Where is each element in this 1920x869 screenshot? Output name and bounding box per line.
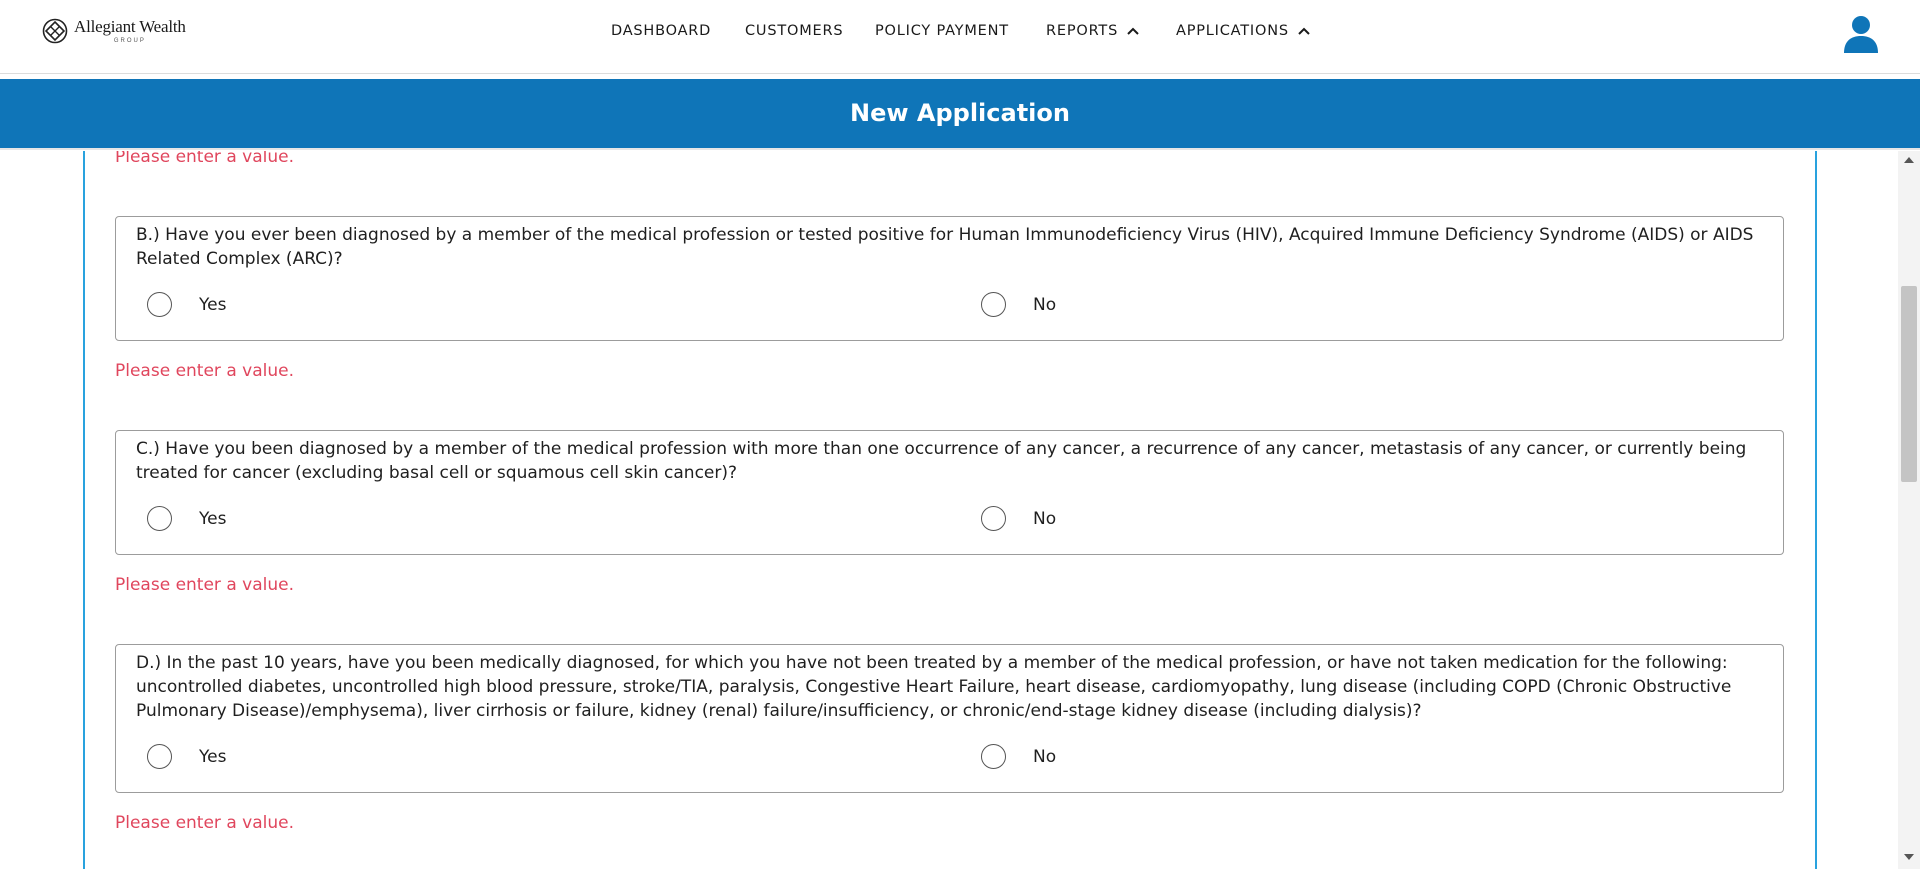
question-b-yes-option[interactable]: Yes bbox=[147, 292, 226, 317]
page-title: New Application bbox=[850, 99, 1070, 127]
validation-message: Please enter a value. bbox=[115, 361, 294, 381]
chevron-up-icon bbox=[1127, 27, 1139, 35]
radio-button[interactable] bbox=[147, 292, 172, 317]
nav-reports-label: REPORTS bbox=[1046, 23, 1119, 39]
nav-customers-label: CUSTOMERS bbox=[745, 23, 844, 39]
question-c-yes-option[interactable]: Yes bbox=[147, 506, 226, 531]
nav-customers[interactable]: CUSTOMERS bbox=[745, 23, 843, 39]
question-d-no-option[interactable]: No bbox=[981, 744, 1056, 769]
option-label-no: No bbox=[1033, 508, 1057, 529]
question-d-yes-option[interactable]: Yes bbox=[147, 744, 226, 769]
scrollbar-thumb[interactable] bbox=[1901, 286, 1917, 482]
nav-dashboard-label: DASHBOARD bbox=[611, 23, 712, 39]
nav-reports[interactable]: REPORTS bbox=[1046, 23, 1140, 39]
main-nav: DASHBOARD CUSTOMERS POLICY PAYMENT REPOR… bbox=[0, 23, 1920, 43]
vertical-scrollbar[interactable] bbox=[1898, 151, 1920, 869]
user-icon[interactable] bbox=[1843, 14, 1879, 54]
option-label-yes: Yes bbox=[199, 508, 227, 529]
question-d-card: D.) In the past 10 years, have you been … bbox=[115, 644, 1784, 793]
option-label-no: No bbox=[1033, 294, 1057, 315]
chevron-up-icon bbox=[1298, 27, 1310, 35]
question-c-card: C.) Have you been diagnosed by a member … bbox=[115, 430, 1784, 555]
question-c-text: C.) Have you been diagnosed by a member … bbox=[136, 439, 1747, 483]
option-label-yes: Yes bbox=[199, 746, 227, 767]
nav-applications-label: APPLICATIONS bbox=[1176, 23, 1289, 39]
question-d-text: D.) In the past 10 years, have you been … bbox=[136, 653, 1732, 721]
validation-message: Please enter a value. bbox=[115, 575, 294, 595]
radio-button[interactable] bbox=[147, 506, 172, 531]
nav-policy-payment[interactable]: POLICY PAYMENT bbox=[875, 23, 1009, 39]
nav-applications[interactable]: APPLICATIONS bbox=[1176, 23, 1311, 39]
question-b-text: B.) Have you ever been diagnosed by a me… bbox=[136, 225, 1754, 269]
question-c-no-option[interactable]: No bbox=[981, 506, 1056, 531]
question-b-no-option[interactable]: No bbox=[981, 292, 1056, 317]
radio-button[interactable] bbox=[981, 506, 1006, 531]
scroll-up-arrow-icon[interactable] bbox=[1904, 157, 1914, 163]
page-header: New Application bbox=[0, 79, 1920, 150]
option-label-yes: Yes bbox=[199, 294, 227, 315]
nav-dashboard[interactable]: DASHBOARD bbox=[611, 23, 711, 39]
radio-button[interactable] bbox=[981, 292, 1006, 317]
nav-policy-payment-label: POLICY PAYMENT bbox=[875, 23, 1009, 39]
radio-button[interactable] bbox=[147, 744, 172, 769]
form-scroll-area: Please enter a value. B.) Have you ever … bbox=[0, 151, 1898, 869]
validation-message: Please enter a value. bbox=[115, 151, 294, 167]
top-navigation: Allegiant Wealth GROUP DASHBOARD CUSTOME… bbox=[0, 0, 1920, 74]
option-label-no: No bbox=[1033, 746, 1057, 767]
question-b-card: B.) Have you ever been diagnosed by a me… bbox=[115, 216, 1784, 341]
scroll-down-arrow-icon[interactable] bbox=[1904, 854, 1914, 860]
radio-button[interactable] bbox=[981, 744, 1006, 769]
validation-message: Please enter a value. bbox=[115, 813, 294, 833]
